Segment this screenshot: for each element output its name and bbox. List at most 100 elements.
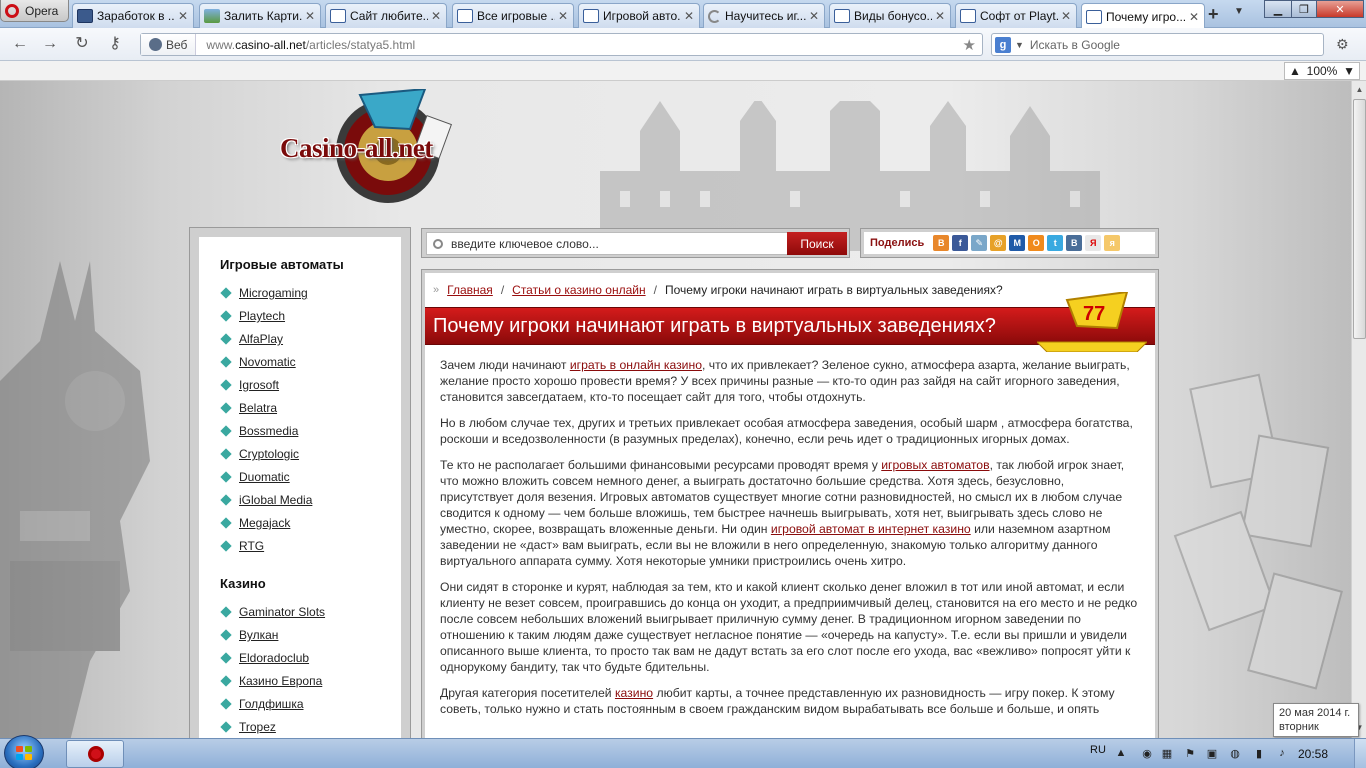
- moimir-icon[interactable]: М: [1009, 235, 1026, 251]
- taskbar-clock[interactable]: 20:58: [1298, 747, 1328, 761]
- sidebar-link[interactable]: Duomatic: [239, 470, 290, 484]
- browser-tab[interactable]: Софт от Playt... ✕: [955, 3, 1077, 28]
- opera-menu-button[interactable]: Opera: [0, 0, 69, 22]
- mailru-icon[interactable]: @: [990, 235, 1007, 251]
- odnoklassniki-icon[interactable]: О: [1028, 235, 1045, 251]
- tray-globe-icon[interactable]: ◍: [1228, 747, 1242, 761]
- slot-machines-link[interactable]: игровых автоматов: [881, 458, 989, 472]
- tab-close-icon[interactable]: ✕: [430, 9, 442, 23]
- tab-close-icon[interactable]: ✕: [177, 9, 189, 23]
- yandex-icon[interactable]: Я: [1085, 235, 1102, 251]
- diamond-bullet-icon: [220, 333, 232, 345]
- address-field[interactable]: Веб www.casino-all.net/articles/statya5.…: [140, 33, 983, 56]
- facebook-icon[interactable]: f: [952, 235, 969, 251]
- forward-icon[interactable]: →: [38, 34, 62, 54]
- search-engine-chevron-icon[interactable]: ▼: [1015, 40, 1024, 50]
- browser-tab[interactable]: Сайт любите... ✕: [325, 3, 447, 28]
- tab-close-icon[interactable]: ✕: [683, 9, 695, 23]
- diamond-bullet-icon: [220, 287, 232, 299]
- sidebar-link[interactable]: RTG: [239, 539, 264, 553]
- back-icon[interactable]: ←: [8, 34, 32, 54]
- language-indicator[interactable]: RU: [1090, 744, 1106, 756]
- yaru-icon[interactable]: я: [1104, 235, 1121, 251]
- sidebar-link[interactable]: Bossmedia: [239, 424, 298, 438]
- internet-casino-slot-link[interactable]: игровой автомат в интернет казино: [771, 522, 971, 536]
- browser-tab[interactable]: Заработок в ... ✕: [72, 3, 194, 28]
- tab-close-icon[interactable]: ✕: [934, 9, 946, 23]
- tab-close-icon[interactable]: ✕: [557, 9, 569, 23]
- tab-close-icon[interactable]: ✕: [304, 9, 316, 23]
- sidebar-link[interactable]: Megajack: [239, 516, 290, 530]
- browser-tab[interactable]: Научитесь иг... ✕: [703, 3, 825, 28]
- key-icon[interactable]: ⚷: [103, 34, 127, 54]
- breadcrumb-home-link[interactable]: Главная: [447, 283, 493, 297]
- sidebar-link[interactable]: Novomatic: [239, 355, 296, 369]
- page-scrollbar[interactable]: ▲ ▼: [1351, 81, 1366, 738]
- tab-close-icon[interactable]: ✕: [808, 9, 820, 23]
- sidebar-link[interactable]: Playtech: [239, 309, 285, 323]
- start-button[interactable]: [4, 735, 44, 768]
- scrollbar-thumb[interactable]: [1353, 99, 1366, 339]
- browser-tab[interactable]: Игровой авто... ✕: [578, 3, 700, 28]
- sidebar-link[interactable]: Казино Европа: [239, 674, 322, 688]
- sidebar-heading-casino: Казино: [220, 576, 266, 591]
- tray-flag-icon[interactable]: ⚑: [1183, 747, 1197, 761]
- scroll-up-icon[interactable]: ▲: [1353, 83, 1366, 97]
- sidebar-link[interactable]: iGlobal Media: [239, 493, 312, 507]
- breadcrumb-arrow-icon: »: [433, 284, 440, 296]
- vkontakte-icon[interactable]: В: [1066, 235, 1083, 251]
- browser-tab[interactable]: Почему игро... ✕: [1081, 3, 1205, 29]
- diamond-bullet-icon: [220, 606, 232, 618]
- show-hidden-icons-icon[interactable]: ▲: [1114, 747, 1128, 761]
- twitter-icon[interactable]: t: [1047, 235, 1064, 251]
- tab-close-icon[interactable]: ✕: [1060, 9, 1072, 23]
- sidebar-link[interactable]: Cryptologic: [239, 447, 299, 461]
- tray-network-app-icon[interactable]: ▦: [1160, 747, 1174, 761]
- zoom-down-icon[interactable]: ▼: [1343, 64, 1355, 78]
- taskbar-opera-button[interactable]: [66, 740, 124, 768]
- sidebar-link[interactable]: Igrosoft: [239, 378, 279, 392]
- new-tab-button[interactable]: +: [1208, 4, 1219, 25]
- sidebar-link[interactable]: Tropez: [239, 720, 276, 734]
- tray-device-icon[interactable]: ▣: [1205, 747, 1219, 761]
- reload-icon[interactable]: ↻: [70, 34, 94, 54]
- show-desktop-button[interactable]: [1354, 739, 1366, 768]
- browser-tab[interactable]: Виды бонусо... ✕: [829, 3, 951, 28]
- sidebar-link[interactable]: Eldoradoclub: [239, 651, 309, 665]
- tab-title: Софт от Playt...: [980, 9, 1058, 23]
- sidebar-link[interactable]: Microgaming: [239, 286, 308, 300]
- sidebar-link[interactable]: Вулкан: [239, 628, 278, 642]
- zoom-control[interactable]: ▲ 100% ▼: [1284, 62, 1360, 80]
- site-logo-text[interactable]: Casino-all.net: [280, 133, 433, 164]
- tray-app-icon[interactable]: ◉: [1140, 747, 1154, 761]
- close-window-button[interactable]: ✕: [1316, 0, 1364, 18]
- menu-wrench-icon[interactable]: ⚙: [1336, 36, 1354, 54]
- site-info-badge[interactable]: Веб: [141, 34, 197, 55]
- blogger-icon[interactable]: B: [933, 235, 950, 251]
- sidebar-link[interactable]: AlfaPlay: [239, 332, 283, 346]
- maximize-button[interactable]: ❐: [1291, 0, 1317, 18]
- tab-title: Все игровые ...: [477, 9, 555, 23]
- bookmark-star-icon[interactable]: ★: [963, 36, 976, 54]
- site-search-input[interactable]: введите ключевое слово...: [426, 232, 788, 255]
- tab-close-icon[interactable]: ✕: [1188, 10, 1200, 24]
- casino-link[interactable]: казино: [615, 686, 653, 700]
- livejournal-icon[interactable]: ✎: [971, 235, 988, 251]
- browser-search-field[interactable]: g ▼ Искать в Google: [991, 33, 1324, 56]
- sidebar-link[interactable]: Gaminator Slots: [239, 605, 325, 619]
- page-viewport: Casino-all.net введите ключевое слово...…: [0, 81, 1351, 738]
- browser-tab[interactable]: Все игровые ... ✕: [452, 3, 574, 28]
- breadcrumb-section-link[interactable]: Статьи о казино онлайн: [512, 283, 645, 297]
- volume-icon[interactable]: ♪: [1275, 747, 1289, 761]
- tab-list-chevron-icon[interactable]: ▼: [1234, 6, 1244, 17]
- browser-tab[interactable]: Залить Карти... ✕: [199, 3, 321, 28]
- network-signal-icon[interactable]: ▮: [1252, 747, 1266, 761]
- zoom-up-icon[interactable]: ▲: [1289, 64, 1301, 78]
- article-title-banner: Почему игроки начинают играть в виртуаль…: [425, 292, 1155, 352]
- site-search-button[interactable]: Поиск: [787, 232, 847, 255]
- online-casino-link[interactable]: играть в онлайн казино: [570, 358, 702, 372]
- google-icon[interactable]: g: [995, 36, 1011, 53]
- minimize-button[interactable]: ▁: [1264, 0, 1292, 18]
- sidebar-link[interactable]: Голдфишка: [239, 697, 304, 711]
- sidebar-link[interactable]: Belatra: [239, 401, 277, 415]
